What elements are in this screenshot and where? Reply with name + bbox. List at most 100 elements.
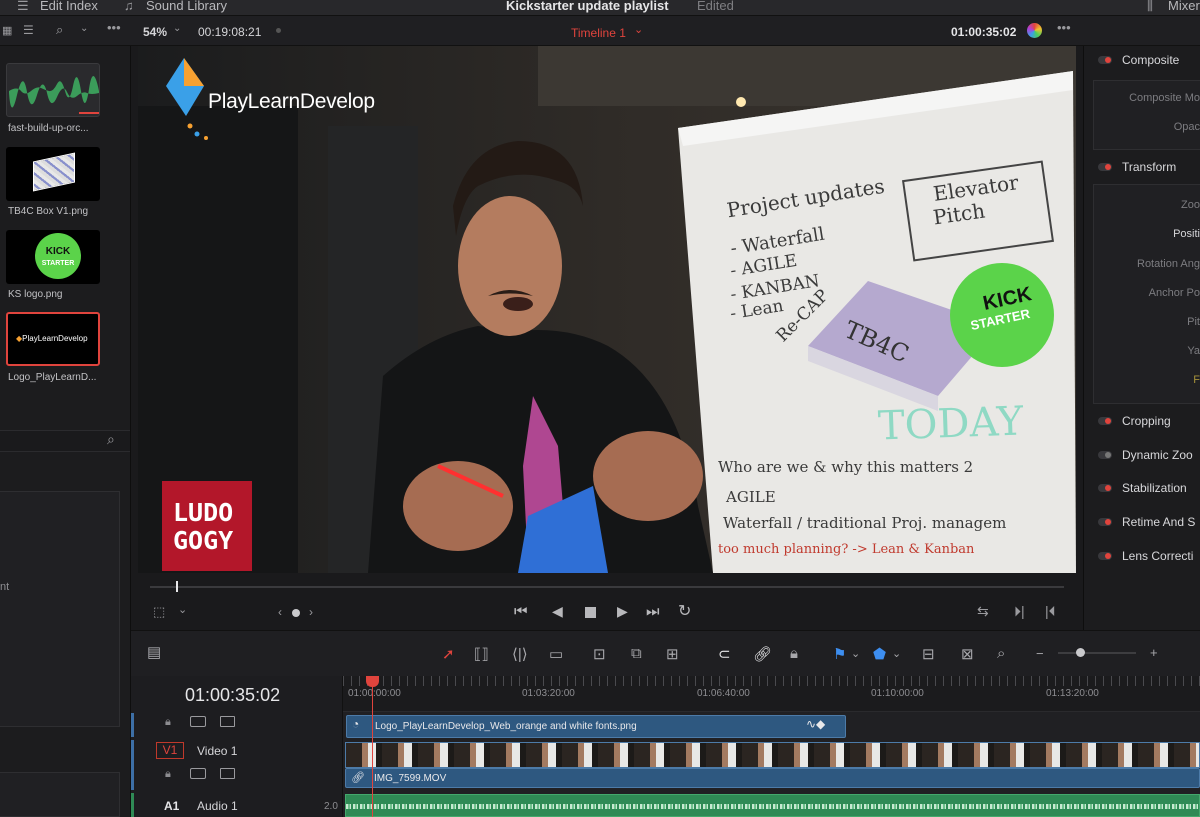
transform-overlay-icon[interactable]: ⬚: [153, 604, 165, 620]
overlay-chevron-icon[interactable]: ⌄: [178, 603, 187, 616]
v1-track-name[interactable]: Video 1: [197, 744, 237, 758]
replace-clip-icon[interactable]: ⊞: [666, 645, 679, 663]
zoom-level[interactable]: 54%: [143, 25, 167, 39]
media-thumb-tb4c[interactable]: [6, 147, 100, 201]
toggle-icon[interactable]: [1098, 163, 1112, 171]
logo-thumb-text: ◆PlayLearnDevelop: [16, 334, 88, 343]
custom-zoom-icon[interactable]: ⌕: [997, 645, 1005, 662]
toggle-icon[interactable]: [1098, 56, 1112, 64]
zoom-in-icon[interactable]: +: [1150, 645, 1158, 660]
v2-enable-icon[interactable]: [220, 716, 235, 727]
grid-view-icon[interactable]: ▦: [2, 24, 12, 37]
snapping-icon[interactable]: ⊂: [718, 645, 731, 663]
timeline-chevron-icon[interactable]: ⌄: [634, 23, 643, 36]
toggle-icon[interactable]: [1098, 552, 1112, 560]
timeline-selector[interactable]: Timeline 1: [571, 26, 626, 40]
jog-dot-icon[interactable]: [292, 609, 300, 617]
insert-clip-icon[interactable]: ⊡: [593, 645, 606, 663]
v1-badge[interactable]: V1: [156, 742, 184, 759]
match-frame-icon[interactable]: ⇆: [977, 603, 989, 620]
zoom-slider-handle[interactable]: [1076, 648, 1085, 657]
audio-waveform: [346, 804, 1199, 809]
zoom-out-icon[interactable]: −: [1036, 646, 1044, 661]
v2-track-bar: [131, 713, 134, 737]
audio-clip[interactable]: [345, 794, 1200, 817]
toggle-icon[interactable]: [1098, 484, 1112, 492]
video-clip[interactable]: IMG_7599.MOV: [345, 768, 1200, 788]
loop-icon[interactable]: ↻: [678, 601, 691, 621]
play-reverse-icon[interactable]: ◀: [552, 603, 563, 620]
sort-chevron-icon[interactable]: ⌄: [80, 23, 88, 34]
playhead-handle[interactable]: [366, 676, 379, 687]
go-to-end-icon[interactable]: ⏭: [646, 603, 660, 620]
play-icon[interactable]: ▶: [617, 603, 628, 620]
project-title: Kickstarter update playlist: [506, 0, 669, 13]
flag-chevron-icon[interactable]: ⌄: [851, 647, 860, 660]
v2-lock-icon[interactable]: 🔒︎: [165, 716, 171, 729]
trim-tool-icon[interactable]: ⟦⟧: [474, 645, 489, 663]
mixer-button[interactable]: Mixer: [1168, 0, 1200, 13]
flag-icon[interactable]: ⚑: [833, 645, 846, 663]
scrub-playhead[interactable]: [176, 581, 178, 592]
timeline-playhead[interactable]: [372, 676, 373, 817]
video-frame[interactable]: PlayLearnDevelop LUDO GOGY KICK STARTER …: [138, 46, 1076, 573]
v1-enable-icon[interactable]: [220, 768, 235, 779]
jog-right-icon[interactable]: ›: [309, 605, 313, 619]
v1-auto-select-icon[interactable]: [190, 768, 206, 779]
viewer-scrub-bar[interactable]: [150, 586, 1064, 588]
inspector-composite[interactable]: Composite: [1093, 53, 1200, 79]
jog-left-icon[interactable]: ‹: [278, 605, 282, 619]
v1-lock-icon[interactable]: 🔒︎: [165, 768, 171, 781]
stop-icon[interactable]: [585, 607, 596, 618]
inspector-transform[interactable]: Transform: [1093, 160, 1200, 186]
zoom-slider-track[interactable]: [1058, 652, 1136, 654]
mixer-icon[interactable]: ⫼: [1147, 0, 1153, 14]
more-options-right-icon[interactable]: •••: [1057, 20, 1071, 35]
prev-edit-icon[interactable]: |⏴: [1045, 603, 1056, 620]
inspector-lens-correction[interactable]: Lens Correcti: [1093, 549, 1200, 575]
timeline-layout-icon[interactable]: ▤: [147, 643, 161, 661]
logo-clip[interactable]: Logo_PlayLearnDevelop_Web_orange and whi…: [346, 715, 846, 738]
sound-library-icon[interactable]: ♫: [124, 0, 134, 13]
timeline-ruler[interactable]: 01:00:00:00 01:03:20:00 01:06:40:00 01:1…: [343, 676, 1200, 712]
a1-track-name[interactable]: Audio 1: [197, 799, 238, 813]
a1-badge[interactable]: A1: [164, 799, 179, 813]
v2-auto-select-icon[interactable]: [190, 716, 206, 727]
blade-tool-icon[interactable]: ▭: [549, 645, 563, 663]
inspector-cropping[interactable]: Cropping: [1093, 414, 1200, 440]
clip-keyframe-icon[interactable]: ∿◆: [806, 717, 825, 731]
color-wheel-icon[interactable]: [1027, 23, 1042, 38]
edit-index-icon[interactable]: ☰: [17, 0, 29, 14]
search-icon[interactable]: ⌕: [56, 22, 63, 38]
toggle-icon[interactable]: [1098, 451, 1112, 459]
go-to-start-icon[interactable]: ⏮: [514, 603, 528, 620]
toggle-icon[interactable]: [1098, 518, 1112, 526]
overwrite-clip-icon[interactable]: ⧉: [631, 645, 642, 662]
clip-label: Logo_PlayLearnDevelop_Web_orange and whi…: [375, 721, 637, 732]
zoom-chevron-icon[interactable]: ⌄: [173, 23, 181, 34]
edit-index-button[interactable]: Edit Index: [40, 0, 98, 13]
marker-icon[interactable]: ⬟: [873, 645, 886, 663]
detail-zoom-icon[interactable]: ⊠: [961, 645, 974, 663]
inspector-dynamic-zoom[interactable]: Dynamic Zoo: [1093, 448, 1200, 474]
position-lock-icon[interactable]: 🔒︎: [790, 645, 798, 662]
full-extent-zoom-icon[interactable]: ⊟: [922, 645, 935, 663]
sound-library-button[interactable]: Sound Library: [146, 0, 227, 13]
effects-list-box: [0, 491, 120, 727]
more-options-icon[interactable]: •••: [107, 20, 121, 35]
media-thumb-ks-logo[interactable]: KICK STARTER: [6, 230, 100, 284]
selection-tool-icon[interactable]: ➚: [442, 645, 455, 663]
toggle-icon[interactable]: [1098, 417, 1112, 425]
effects-search-icon[interactable]: ⌕: [107, 431, 115, 448]
marker-chevron-icon[interactable]: ⌄: [892, 647, 901, 660]
video-filmstrip[interactable]: [345, 742, 1200, 768]
inspector-stabilization[interactable]: Stabilization: [1093, 481, 1200, 507]
section-label: Stabilization: [1122, 481, 1187, 495]
list-view-icon[interactable]: ☰: [23, 23, 34, 37]
linked-selection-icon[interactable]: 🔗︎: [753, 645, 772, 663]
next-edit-icon[interactable]: ⏵|: [1014, 603, 1025, 620]
dynamic-trim-icon[interactable]: ⟨|⟩: [512, 645, 528, 663]
media-thumb-audio[interactable]: [6, 63, 100, 117]
media-thumb-logo-selected[interactable]: ◆PlayLearnDevelop: [6, 312, 100, 366]
inspector-retime[interactable]: Retime And S: [1093, 515, 1200, 541]
